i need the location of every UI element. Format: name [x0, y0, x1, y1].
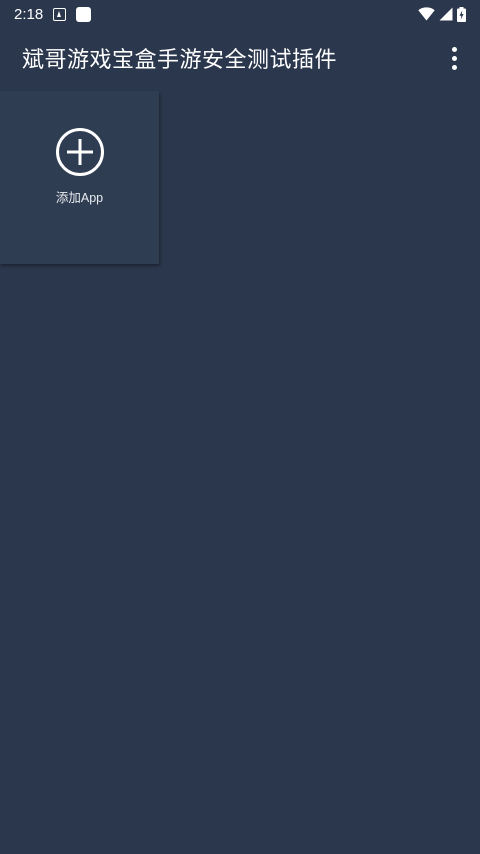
app-title: 斌哥游戏宝盒手游安全测试插件 — [22, 48, 338, 73]
status-icons — [418, 6, 466, 22]
more-options-button[interactable] — [442, 38, 466, 78]
battery-charging-icon — [457, 6, 466, 22]
more-vert-icon — [451, 46, 457, 52]
status-time: 2:18 — [14, 5, 44, 23]
notification-a-icon — [53, 7, 67, 21]
more-vert-dot — [451, 64, 457, 70]
app-bar: 斌哥游戏宝盒手游安全测试插件 — [0, 28, 480, 88]
add-circle-icon — [55, 128, 104, 176]
add-app-tile[interactable]: 添加App — [0, 91, 159, 264]
more-vert-dot — [451, 55, 457, 61]
status-bar: 2:18 — [0, 0, 480, 28]
add-app-label: 添加App — [55, 191, 104, 205]
wifi-icon — [418, 7, 435, 21]
notification-square-icon — [76, 6, 92, 22]
app-grid: 添加App — [0, 91, 159, 264]
signal-icon — [439, 7, 453, 21]
